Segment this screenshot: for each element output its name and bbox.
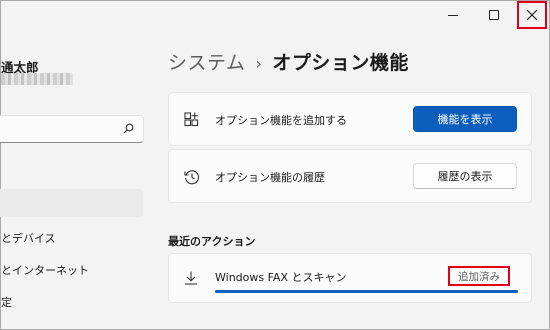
sidebar-item-personalization[interactable]: 定 [1,294,12,310]
minimize-icon [448,14,458,16]
close-button[interactable] [517,1,547,29]
add-optional-feature-card: オプション機能を追加する 機能を表示 [168,92,532,146]
progress-bar-fill [215,290,518,293]
view-history-button[interactable]: 履歴の表示 [413,163,517,189]
user-email-blurred [1,73,73,85]
breadcrumb-parent[interactable]: システム [168,52,245,74]
add-optional-feature-label: オプション機能を追加する [215,114,347,127]
progress-bar [215,290,518,293]
optional-feature-history-card: オプション機能の履歴 履歴の表示 [168,149,532,203]
settings-window: 通太郎 とデバイス とインターネット 定 システム › オプション機能 オプション機… [0,0,550,330]
recent-action-item: Windows FAX とスキャン 追加済み [168,253,532,303]
sidebar-item-network-internet[interactable]: とインターネット [1,262,89,278]
breadcrumb-separator: › [255,54,263,73]
add-features-icon [184,112,199,127]
search-icon [123,123,134,134]
recent-action-label: Windows FAX とスキャン [215,271,347,284]
title-bar [1,1,549,31]
maximize-icon [489,10,499,20]
page-title: オプション機能 [272,52,409,74]
breadcrumb: システム › オプション機能 [168,48,409,75]
sidebar-item-bluetooth-devices[interactable]: とデバイス [1,230,56,246]
settings-search-input[interactable] [0,115,144,143]
history-icon [184,170,200,185]
recent-actions-heading: 最近のアクション [168,235,256,248]
close-icon [526,9,538,21]
sidebar-item-system-selected[interactable] [0,189,143,217]
download-icon [185,271,197,285]
maximize-button[interactable] [477,1,511,29]
status-badge: 追加済み [448,266,510,286]
optional-feature-history-label: オプション機能の履歴 [215,171,325,184]
minimize-button[interactable] [436,1,470,29]
view-features-button[interactable]: 機能を表示 [413,106,517,132]
